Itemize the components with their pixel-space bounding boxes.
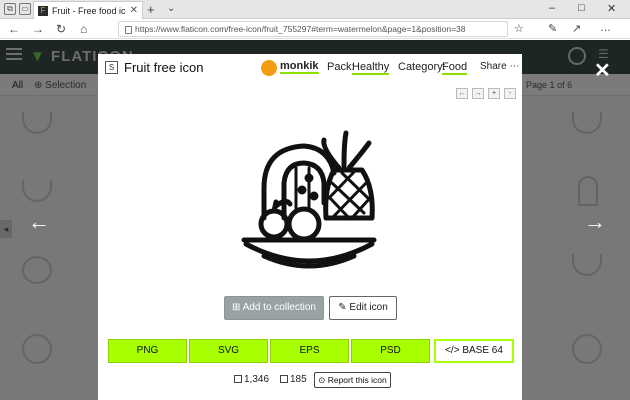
report-label: Report this icon [327,375,387,385]
downloads-value: 1,346 [244,374,270,385]
share-icon: ⋯ [509,61,520,72]
share-button[interactable]: Share ⋯ [480,61,519,72]
fruit-bowl-icon [241,130,377,269]
close-modal-icon[interactable]: ✕ [594,58,611,83]
category-link[interactable]: Food [442,61,468,75]
tab-title: Fruit - Free food icons [52,5,126,16]
download-psd-button[interactable]: PSD [351,339,430,363]
collection-icon [280,375,288,383]
reading-list-icon[interactable]: ✎ [548,22,557,35]
view-prev-control[interactable]: ← [456,88,468,99]
pack-label: Pack: [327,61,355,73]
modal-title: Fruit free icon [124,60,204,75]
svg-file-icon: S [105,61,118,74]
add-collection-label: Add to collection [242,302,316,313]
tab-preview-icon[interactable]: ▭ [19,3,31,15]
tab-list-chevron-icon[interactable]: ⌄ [167,3,175,14]
tab-actions-icon[interactable]: ⧉ [4,3,16,15]
minimize-button[interactable]: – [549,2,555,14]
browser-tab[interactable]: F Fruit - Free food icons ✕ [33,1,143,19]
favorite-star-icon[interactable]: ☆ [514,22,524,35]
previous-icon-arrow[interactable]: ← [28,209,50,235]
share-page-icon[interactable]: ↗ [572,22,581,35]
view-next-control[interactable]: → [472,88,484,99]
refresh-button[interactable]: ↻ [56,22,66,36]
pencil-icon: ✎ [338,302,347,313]
collections-value: 185 [290,374,307,385]
download-svg-button[interactable]: SVG [189,339,268,363]
url-text: https://www.flaticon.com/free-icon/fruit… [135,24,466,34]
edit-icon-label: Edit icon [349,302,388,313]
base64-button[interactable]: </> BASE 64 [434,339,514,363]
icon-detail-modal: S Fruit free icon monkik Pack: Healthy C… [98,54,522,400]
tab-bar: ⧉ ▭ F Fruit - Free food icons ✕ + ⌄ – □ … [0,0,630,19]
download-eps-button[interactable]: EPS [270,339,349,363]
maximize-button[interactable]: □ [578,2,585,14]
new-tab-button[interactable]: + [147,2,155,17]
add-collection-icon: ⊞ [231,302,241,313]
add-to-collection-button[interactable]: ⊞ Add to collection [224,296,324,320]
author-link[interactable]: monkik [280,60,319,74]
back-button[interactable]: ← [8,22,20,36]
home-button[interactable]: ⌂ [80,22,87,36]
download-icon [234,375,242,383]
tab-close-icon[interactable]: ✕ [130,5,138,16]
url-field[interactable]: https://www.flaticon.com/free-icon/fruit… [118,21,508,37]
modal-header: S Fruit free icon monkik Pack: Healthy C… [98,54,522,82]
zoom-in-control[interactable]: + [488,88,500,99]
edit-icon-button[interactable]: ✎ Edit icon [329,296,397,320]
close-window-button[interactable]: ✕ [607,2,616,15]
lock-icon [125,25,132,34]
address-bar-row: ← → ↻ ⌂ https://www.flaticon.com/free-ic… [0,19,630,39]
more-menu-icon[interactable]: … [600,22,611,34]
category-label: Category: [398,61,446,73]
forward-button[interactable]: → [32,22,44,36]
collections-count: 185 [280,374,307,385]
zoom-out-control[interactable]: - [504,88,516,99]
download-png-button[interactable]: PNG [108,339,187,363]
flaticon-favicon: F [38,5,48,16]
report-icon-button[interactable]: ⊙ Report this icon [314,372,391,388]
author-avatar[interactable] [261,60,277,76]
share-label: Share [480,61,507,72]
next-icon-arrow[interactable]: → [584,209,606,235]
pack-link[interactable]: Healthy [352,61,390,75]
downloads-count: 1,346 [234,374,269,385]
